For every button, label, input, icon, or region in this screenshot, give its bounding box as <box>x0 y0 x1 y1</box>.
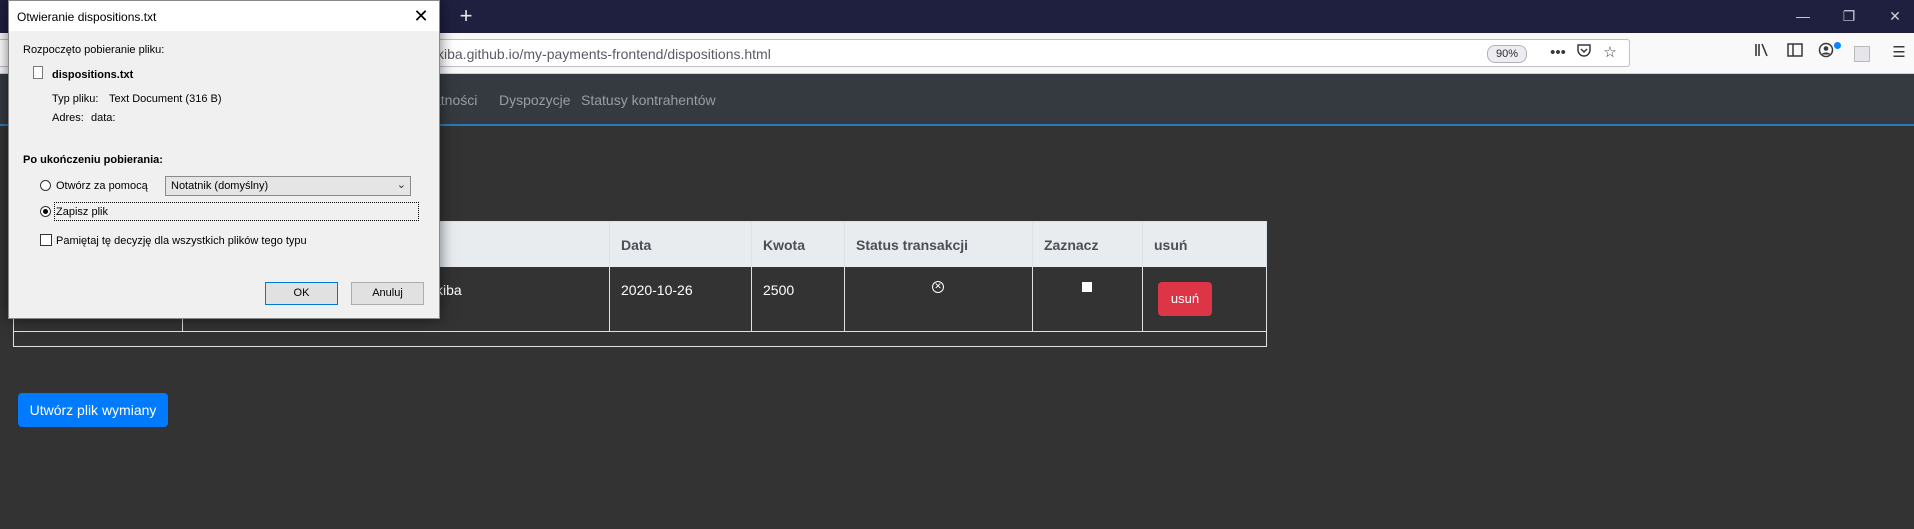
restore-icon[interactable]: ❐ <box>1826 4 1872 28</box>
dialog-titlebar: Otwieranie dispositions.txt ✕ <box>9 1 439 31</box>
after-download-heading: Po ukończeniu pobierania: <box>23 154 163 166</box>
cell-date: 2020-10-26 <box>621 282 693 298</box>
bookmark-star-icon[interactable]: ☆ <box>1600 43 1620 63</box>
pocket-icon[interactable] <box>1574 43 1594 63</box>
radio-selected-dot <box>43 209 48 214</box>
menu-icon[interactable]: ☰ <box>1888 42 1910 64</box>
library-icon[interactable] <box>1751 42 1773 64</box>
file-name: dispositions.txt <box>52 69 134 81</box>
header-date: Data <box>621 237 652 253</box>
open-with-radio[interactable] <box>40 180 51 191</box>
ok-button[interactable]: OK <box>265 282 338 305</box>
column-divider <box>751 222 752 332</box>
chevron-down-icon: ⌄ <box>396 179 406 191</box>
cell-amount: 2500 <box>763 282 795 298</box>
save-file-focus <box>54 202 419 221</box>
header-select: Zaznacz <box>1044 237 1099 253</box>
sync-indicator-icon <box>1834 42 1841 49</box>
file-icon <box>33 66 43 79</box>
page-actions-icon[interactable]: ••• <box>1548 43 1568 63</box>
file-type-label: Typ pliku: <box>52 93 99 105</box>
delete-button[interactable]: usuń <box>1158 282 1212 316</box>
file-type-value: Text Document (316 B) <box>109 93 222 105</box>
dialog-close-icon[interactable]: ✕ <box>409 4 433 28</box>
zoom-level-badge[interactable]: 90% <box>1487 45 1527 63</box>
create-exchange-file-button[interactable]: Utwórz plik wymiany <box>18 393 168 427</box>
header-amount: Kwota <box>763 237 805 253</box>
download-intro: Rozpoczęto pobieranie pliku: <box>23 44 165 56</box>
open-with-app-select[interactable]: Notatnik (domyślny) ⌄ <box>165 176 411 196</box>
new-tab-icon[interactable]: + <box>455 5 477 27</box>
remember-decision-checkbox[interactable] <box>40 234 52 246</box>
address-label: Adres: <box>52 112 84 124</box>
address-value: data: <box>91 112 116 124</box>
download-dialog: Otwieranie dispositions.txt ✕ Rozpoczęto… <box>8 0 440 319</box>
nav-link-contractor-statuses[interactable]: Statusy kontrahentów <box>581 92 716 108</box>
sidebar-icon[interactable] <box>1784 42 1806 64</box>
header-transaction-status: Status transakcji <box>856 237 969 253</box>
row-select-checkbox[interactable] <box>1082 282 1092 292</box>
save-file-radio[interactable] <box>40 206 51 217</box>
header-delete: usuń <box>1154 237 1188 253</box>
minimize-icon[interactable]: — <box>1780 4 1826 28</box>
dialog-title: Otwieranie dispositions.txt <box>17 10 157 24</box>
open-with-label[interactable]: Otwórz za pomocą <box>56 180 148 192</box>
open-with-app-value: Notatnik (domyślny) <box>171 180 269 192</box>
column-divider <box>1142 222 1143 332</box>
nav-link-dispositions[interactable]: Dyspozycje <box>499 92 571 108</box>
remember-decision-label[interactable]: Pamiętaj tę decyzję dla wszystkich plikó… <box>56 235 307 247</box>
column-divider <box>844 222 845 332</box>
column-divider <box>1032 222 1033 332</box>
status-cancelled-icon: ✕ <box>932 281 944 293</box>
cancel-button[interactable]: Anuluj <box>351 282 424 305</box>
column-divider <box>609 222 610 332</box>
url-text[interactable]: kiba.github.io/my-payments-frontend/disp… <box>437 46 771 62</box>
extension-icon[interactable] <box>1854 46 1870 62</box>
save-file-label[interactable]: Zapisz plik <box>56 206 108 218</box>
close-window-icon[interactable]: ✕ <box>1872 4 1914 28</box>
